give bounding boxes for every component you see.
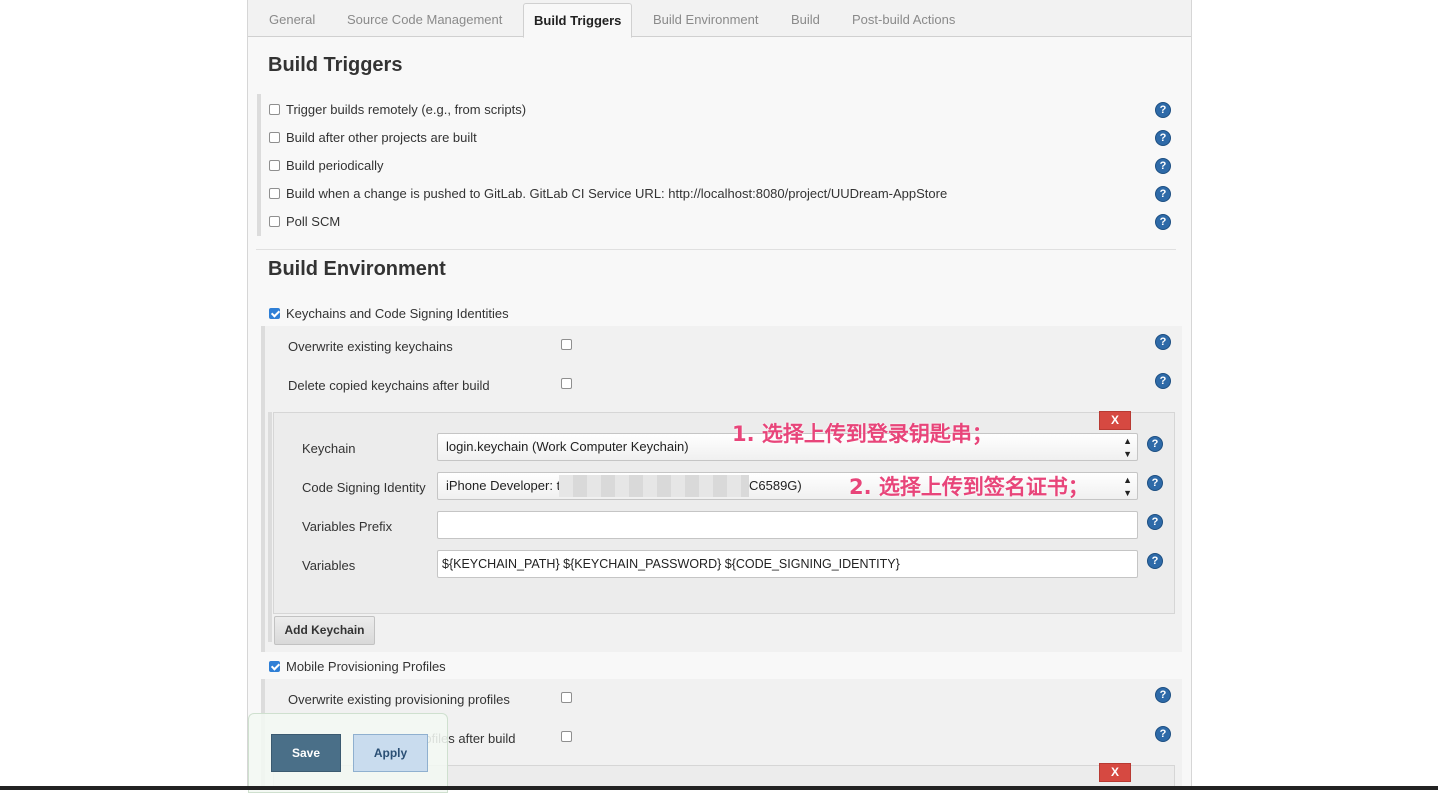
overwrite-profiles-checkbox[interactable] [561,692,572,703]
keychain-select-value: login.keychain (Work Computer Keychain) [446,439,689,454]
build-triggers-title: Build Triggers [268,54,403,76]
help-icon[interactable]: ? [1155,334,1171,350]
delete-keychains-label: Delete copied keychains after build [288,378,490,393]
code-signing-identity-label: Code Signing Identity [302,480,426,495]
delete-profiles-checkbox[interactable] [561,731,572,742]
tab-build[interactable]: Build [791,12,820,27]
build-after-other-checkbox[interactable] [269,131,280,143]
help-icon[interactable]: ? [1155,687,1171,703]
overwrite-keychains-checkbox[interactable] [561,339,572,350]
tab-build-triggers[interactable]: Build Triggers [523,3,633,38]
gitlab-push-checkbox[interactable] [269,187,280,199]
build-periodically-checkbox[interactable] [269,159,280,171]
select-arrows-icon: ▲ ▼ [1123,475,1132,498]
keychains-option[interactable]: Keychains and Code Signing Identities [269,304,509,322]
section-divider [256,249,1176,250]
keychains-checkbox[interactable] [269,307,280,319]
identity-value-start: iPhone Developer: t [446,478,561,493]
identity-value-end: C6589G) [749,478,802,493]
variables-input[interactable]: ${KEYCHAIN_PATH} ${KEYCHAIN_PASSWORD} ${… [437,550,1138,578]
delete-profile-button[interactable]: X [1099,763,1131,782]
variables-prefix-input[interactable] [437,511,1138,539]
apply-button[interactable]: Apply [353,734,428,772]
help-icon[interactable]: ? [1147,436,1163,452]
overwrite-keychains-label: Overwrite existing keychains [288,339,453,354]
tab-post-build-actions[interactable]: Post-build Actions [852,12,955,27]
provisioning-profiles-checkbox[interactable] [269,660,280,672]
provisioning-profiles-option[interactable]: Mobile Provisioning Profiles [269,657,446,675]
overwrite-profiles-label: Overwrite existing provisioning profiles [288,692,510,707]
tab-source-code-management[interactable]: Source Code Management [347,12,502,27]
section-indent-bar [268,412,272,642]
annotation-step-2: 2. 选择上传到签名证书； [849,475,1089,499]
redacted-region [559,475,749,497]
provisioning-profiles-label: Mobile Provisioning Profiles [286,658,446,674]
trigger-remote-checkbox[interactable] [269,103,280,115]
help-icon[interactable]: ? [1155,726,1171,742]
help-icon[interactable]: ? [1155,102,1171,118]
tab-general[interactable]: General [269,12,315,27]
help-icon[interactable]: ? [1147,475,1163,491]
help-icon[interactable]: ? [1155,158,1171,174]
help-icon[interactable]: ? [1147,553,1163,569]
delete-keychains-checkbox[interactable] [561,378,572,389]
tab-build-environment[interactable]: Build Environment [653,12,759,27]
keychain-entry: X Keychain login.keychain (Work Computer… [273,411,1175,614]
help-icon[interactable]: ? [1155,214,1171,230]
trigger-remote-option[interactable]: Trigger builds remotely (e.g., from scri… [269,100,526,118]
window-bottom-edge [0,786,1438,790]
poll-scm-checkbox[interactable] [269,215,280,227]
add-keychain-button[interactable]: Add Keychain [274,616,375,645]
poll-scm-label: Poll SCM [286,213,341,229]
help-icon[interactable]: ? [1155,373,1171,389]
delete-keychain-button[interactable]: X [1099,411,1131,430]
build-periodically-label: Build periodically [286,157,384,173]
variables-label: Variables [302,558,356,573]
gitlab-push-label: Build when a change is pushed to GitLab.… [286,185,948,201]
help-icon[interactable]: ? [1147,514,1163,530]
section-indent-bar [261,326,265,652]
save-button[interactable]: Save [271,734,341,772]
poll-scm-option[interactable]: Poll SCM [269,212,340,230]
section-indent-bar [257,94,261,236]
keychain-label: Keychain [302,441,356,456]
job-config-panel: General Source Code Management Build Tri… [247,0,1192,786]
help-icon[interactable]: ? [1155,186,1171,202]
keychains-label: Keychains and Code Signing Identities [286,305,509,321]
help-icon[interactable]: ? [1155,130,1171,146]
trigger-remote-label: Trigger builds remotely (e.g., from scri… [286,101,527,117]
variables-prefix-label: Variables Prefix [302,519,393,534]
build-environment-title: Build Environment [268,258,446,280]
annotation-step-1: 1. 选择上传到登录钥匙串； [732,422,993,446]
build-after-other-label: Build after other projects are built [286,129,477,145]
config-tab-bar: General Source Code Management Build Tri… [248,0,1191,38]
gitlab-push-option[interactable]: Build when a change is pushed to GitLab.… [269,184,947,202]
select-arrows-icon: ▲ ▼ [1123,436,1132,459]
build-after-other-option[interactable]: Build after other projects are built [269,128,477,146]
build-periodically-option[interactable]: Build periodically [269,156,384,174]
